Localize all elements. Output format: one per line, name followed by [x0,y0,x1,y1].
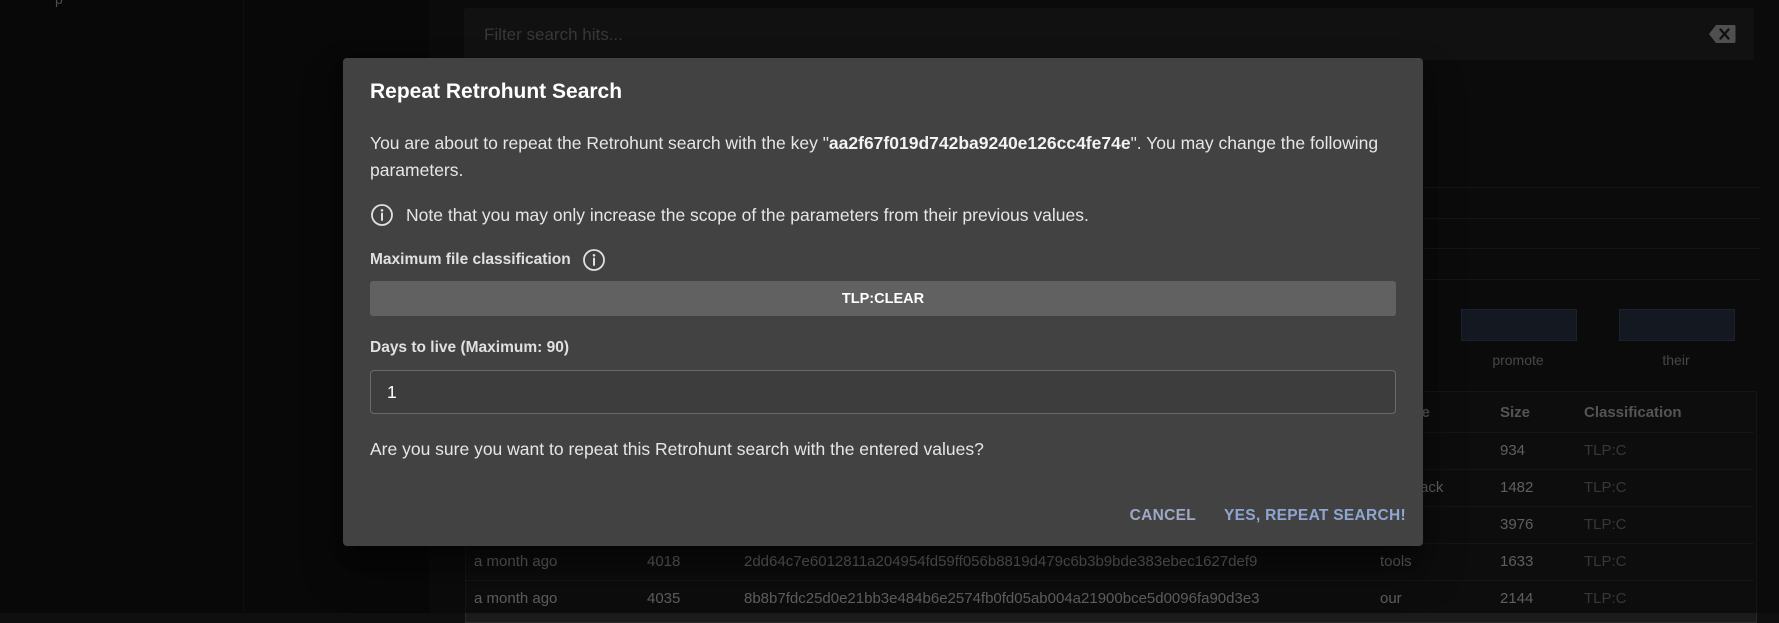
intro-prefix: You are about to repeat the Retrohunt se… [370,133,829,153]
classification-info-icon[interactable] [582,248,606,272]
classification-selector-button[interactable]: TLP:CLEAR [370,281,1396,316]
dialog-actions: CANCEL YES, REPEAT SEARCH! [1130,507,1406,525]
dialog-intro-text: You are about to repeat the Retrohunt se… [370,130,1390,184]
cancel-button[interactable]: CANCEL [1130,507,1196,525]
scope-note-text: Note that you may only increase the scop… [406,204,1089,225]
scope-note: Note that you may only increase the scop… [370,202,1089,228]
repeat-search-button[interactable]: YES, REPEAT SEARCH! [1224,507,1406,525]
dialog-title: Repeat Retrohunt Search [370,80,623,103]
classification-label: Maximum file classification [370,251,571,268]
days-to-live-input[interactable] [370,370,1396,414]
classification-label-row: Maximum file classification [370,248,606,272]
info-icon [371,204,393,226]
days-to-live-label: Days to live (Maximum: 90) [370,339,569,356]
retrohunt-key: aa2f67f019d742ba9240e126cc4fe74e [828,133,1131,153]
repeat-retrohunt-dialog: Repeat Retrohunt Search You are about to… [343,58,1423,546]
confirmation-question: Are you sure you want to repeat this Ret… [370,439,984,459]
